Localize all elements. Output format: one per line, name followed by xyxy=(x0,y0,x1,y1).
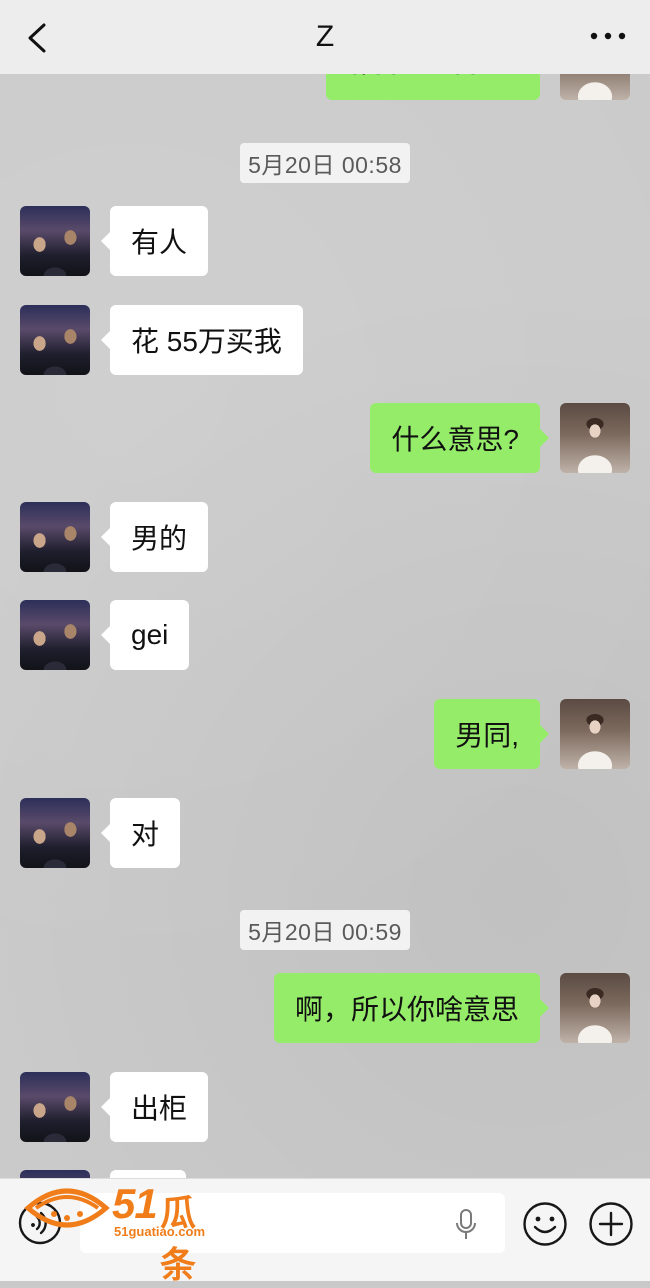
more-dots-icon[interactable] xyxy=(588,26,628,46)
chat-header: Z xyxy=(0,0,650,74)
avatar[interactable] xyxy=(20,600,90,670)
message-row: gei xyxy=(0,600,650,672)
emoji-icon[interactable] xyxy=(522,1201,568,1247)
message-bubble[interactable]: 男同, xyxy=(434,699,549,769)
plus-icon[interactable] xyxy=(588,1201,634,1247)
mic-icon[interactable] xyxy=(455,1209,477,1241)
message-row: 花 55万买我 xyxy=(0,305,650,377)
avatar[interactable] xyxy=(20,305,90,375)
message-bubble[interactable]: 花 55万买我 xyxy=(101,305,303,375)
message-row: 男同, xyxy=(0,699,650,771)
chat-title: Z xyxy=(315,20,335,53)
message-row: 啊，所以你啥意思 xyxy=(0,973,650,1045)
avatar[interactable] xyxy=(20,798,90,868)
message-input[interactable] xyxy=(80,1193,505,1253)
avatar[interactable] xyxy=(20,1072,90,1142)
avatar[interactable] xyxy=(20,206,90,276)
message-bubble[interactable]: 男的 xyxy=(100,502,209,572)
message-row: 什么意思? xyxy=(0,403,650,475)
message-row: 对 xyxy=(0,798,650,870)
chevron-left-icon[interactable] xyxy=(24,22,50,54)
message-row: 出柜 xyxy=(0,1072,650,1144)
message-bubble[interactable]: gei xyxy=(100,600,190,670)
input-bar xyxy=(0,1178,650,1281)
message-bubble[interactable]: 出柜 xyxy=(100,1072,209,1142)
avatar[interactable] xyxy=(560,403,630,473)
message-bubble[interactable]: 什么意思? xyxy=(370,403,549,473)
avatar[interactable] xyxy=(560,699,630,769)
timestamp: 5月20日 00:59 xyxy=(0,910,650,950)
message-bubble[interactable]: 啊，所以你啥意思 xyxy=(273,973,550,1043)
avatar[interactable] xyxy=(560,973,630,1043)
avatar[interactable] xyxy=(20,502,90,572)
timestamp: 5月20日 00:58 xyxy=(0,143,650,183)
message-bubble[interactable]: 有人 xyxy=(100,206,209,276)
voice-wave-icon[interactable] xyxy=(18,1201,62,1245)
message-bubble[interactable]: 对 xyxy=(100,798,181,868)
message-row: 男的 xyxy=(0,502,650,574)
message-row: 有人 xyxy=(0,206,650,278)
